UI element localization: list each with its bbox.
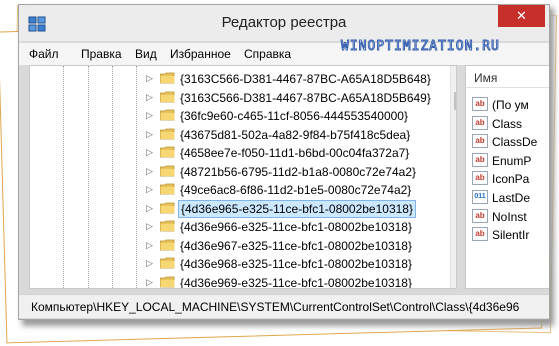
column-header-name[interactable]: Имя [466,66,549,88]
registry-key-tree[interactable]: ▷ {3163C566-D381-4467-87BC-A65A18D5B648} ▷… [29,65,457,289]
folder-icon [160,146,175,158]
value-row[interactable]: ab Class [472,115,549,133]
folder-icon [160,72,175,84]
value-row[interactable]: ab EnumP [472,152,549,170]
registry-key-label[interactable]: {4d36e965-e325-11ce-bfc1-08002be10318} [178,199,416,218]
value-name[interactable]: Class [492,117,522,131]
tree-key-row[interactable]: ▷ {3163C566-D381-4467-87BC-A65A18D5B648} [30,70,440,88]
value-name[interactable]: IconPa [492,172,529,186]
value-name[interactable]: NoInst [492,210,527,224]
registry-editor-window: Редактор реестра ✕ Файл Правка Вид Избра… [18,4,550,320]
value-name[interactable]: LastDe [492,191,530,205]
menu-help[interactable]: Справка [244,47,291,61]
string-value-icon: ab [472,227,488,242]
expand-arrow-icon[interactable]: ▷ [146,73,153,84]
value-row[interactable]: ab (По ум [472,96,549,114]
string-value-icon: ab [472,115,488,130]
expand-arrow-icon[interactable]: ▷ [146,166,153,177]
expand-arrow-icon[interactable]: ▷ [146,240,153,251]
window-title: Редактор реестра [221,14,347,31]
registry-key-label[interactable]: {4658ee7e-f050-11d1-b6bd-00c04fa372a7} [180,146,409,160]
site-watermark: WINOPTIMIZATION.RU [341,39,500,55]
value-row[interactable]: ab SilentIr [472,226,549,244]
tree-key-row[interactable]: ▷ {4d36e966-e325-11ce-bfc1-08002be10318} [30,218,440,236]
registry-key-label[interactable]: {4d36e966-e325-11ce-bfc1-08002be10318} [180,220,412,234]
registry-key-label[interactable]: {4d36e968-e325-11ce-bfc1-08002be10318} [180,257,412,271]
value-name[interactable]: EnumP [492,154,531,168]
registry-key-label[interactable]: {4d36e967-e325-11ce-bfc1-08002be10318} [180,239,412,253]
value-name[interactable]: SilentIr [492,228,529,242]
registry-key-label[interactable]: {3163C566-D381-4467-87BC-A65A18D5B648} [180,72,431,86]
expand-arrow-icon[interactable]: ▷ [146,277,153,288]
tree-key-row[interactable]: ▷ {4d36e968-e325-11ce-bfc1-08002be10318} [30,255,440,273]
registry-key-label[interactable]: {3163C566-D381-4467-87BC-A65A18D5B649} [180,91,431,105]
value-row[interactable]: ab ClassDe [472,133,549,151]
tree-key-row[interactable]: ▷ {4658ee7e-f050-11d1-b6bd-00c04fa372a7} [30,144,440,162]
title-bar[interactable]: Редактор реестра ✕ [19,5,549,41]
folder-icon [160,257,175,269]
string-value-icon: ab [472,134,488,149]
expand-arrow-icon[interactable]: ▷ [146,221,153,232]
status-bar-path: Компьютер\HKEY_LOCAL_MACHINE\SYSTEM\Curr… [19,294,549,318]
expand-arrow-icon[interactable]: ▷ [146,258,153,269]
folder-icon [160,202,175,213]
expand-arrow-icon[interactable]: ▷ [146,147,153,158]
tree-key-row[interactable]: ▷ {43675d81-502a-4a82-9f84-b75f418c5dea} [30,126,440,144]
folder-icon [160,220,175,232]
folder-icon [160,128,175,139]
binary-value-icon: 011 [472,190,488,204]
registry-key-label[interactable]: {49ce6ac8-6f86-11d2-b1e5-0080c72e74a2} [180,183,411,197]
menu-favorites[interactable]: Избранное [170,47,231,61]
string-value-icon: ab [472,171,488,186]
tree-key-row[interactable]: ▷ {48721b56-6795-11d2-b1a8-0080c72e74a2} [30,163,440,181]
string-value-icon: ab [472,208,488,223]
close-button[interactable]: ✕ [498,5,545,27]
registry-key-label[interactable]: {4d36e969-e325-11ce-bfc1-08002be10318} [180,276,412,289]
menu-file[interactable]: Файл [29,47,59,61]
registry-key-label[interactable]: {48721b56-6795-11d2-b1a8-0080c72e74a2} [180,165,416,179]
menu-view[interactable]: Вид [135,47,157,61]
tree-key-row[interactable]: ▷ {4d36e965-e325-11ce-bfc1-08002be10318} [30,199,440,218]
scrollbar-thumb[interactable] [454,92,456,110]
value-row[interactable]: ab IconPa [472,170,549,188]
value-row[interactable]: ab NoInst [472,208,549,226]
value-name[interactable]: ClassDe [492,135,537,149]
tree-key-row[interactable]: ▷ {49ce6ac8-6f86-11d2-b1e5-0080c72e74a2} [30,181,440,199]
scroll-up-arrow-icon[interactable]: ▲ [455,68,456,77]
values-pane[interactable]: Имя ab (По ум ab Class ab ClassDe ab EnumP ab Ico… [465,65,549,289]
folder-icon [160,239,175,250]
registry-key-label[interactable]: {43675d81-502a-4a82-9f84-b75f418c5dea} [180,128,410,142]
string-value-icon: ab [472,152,488,167]
value-row[interactable]: 011 LastDe [472,189,549,207]
folder-icon [160,183,175,195]
folder-icon [160,165,175,176]
string-value-icon: ab [472,97,488,111]
tree-key-row[interactable]: ▷ {3163C566-D381-4467-87BC-A65A18D5B649} [30,89,440,107]
folder-icon [160,276,175,287]
tree-key-row[interactable]: ▷ {4d36e969-e325-11ce-bfc1-08002be10318} [30,274,440,289]
menu-edit[interactable]: Правка [81,47,122,61]
registry-key-label[interactable]: {36fc9e60-c465-11cf-8056-444553540000} [180,109,408,123]
tree-key-row[interactable]: ▷ {4d36e967-e325-11ce-bfc1-08002be10318} [30,237,440,255]
expand-arrow-icon[interactable]: ▷ [146,184,153,195]
folder-icon [160,91,175,102]
tree-scrollbar[interactable]: ▲ [450,66,456,288]
expand-arrow-icon[interactable]: ▷ [146,92,153,103]
tree-key-row[interactable]: ▷ {36fc9e60-c465-11cf-8056-444553540000} [30,107,440,125]
expand-arrow-icon[interactable]: ▷ [146,203,153,214]
value-name[interactable]: (По ум [492,98,529,112]
expand-arrow-icon[interactable]: ▷ [146,129,153,140]
folder-icon [160,109,175,121]
expand-arrow-icon[interactable]: ▷ [146,110,153,121]
